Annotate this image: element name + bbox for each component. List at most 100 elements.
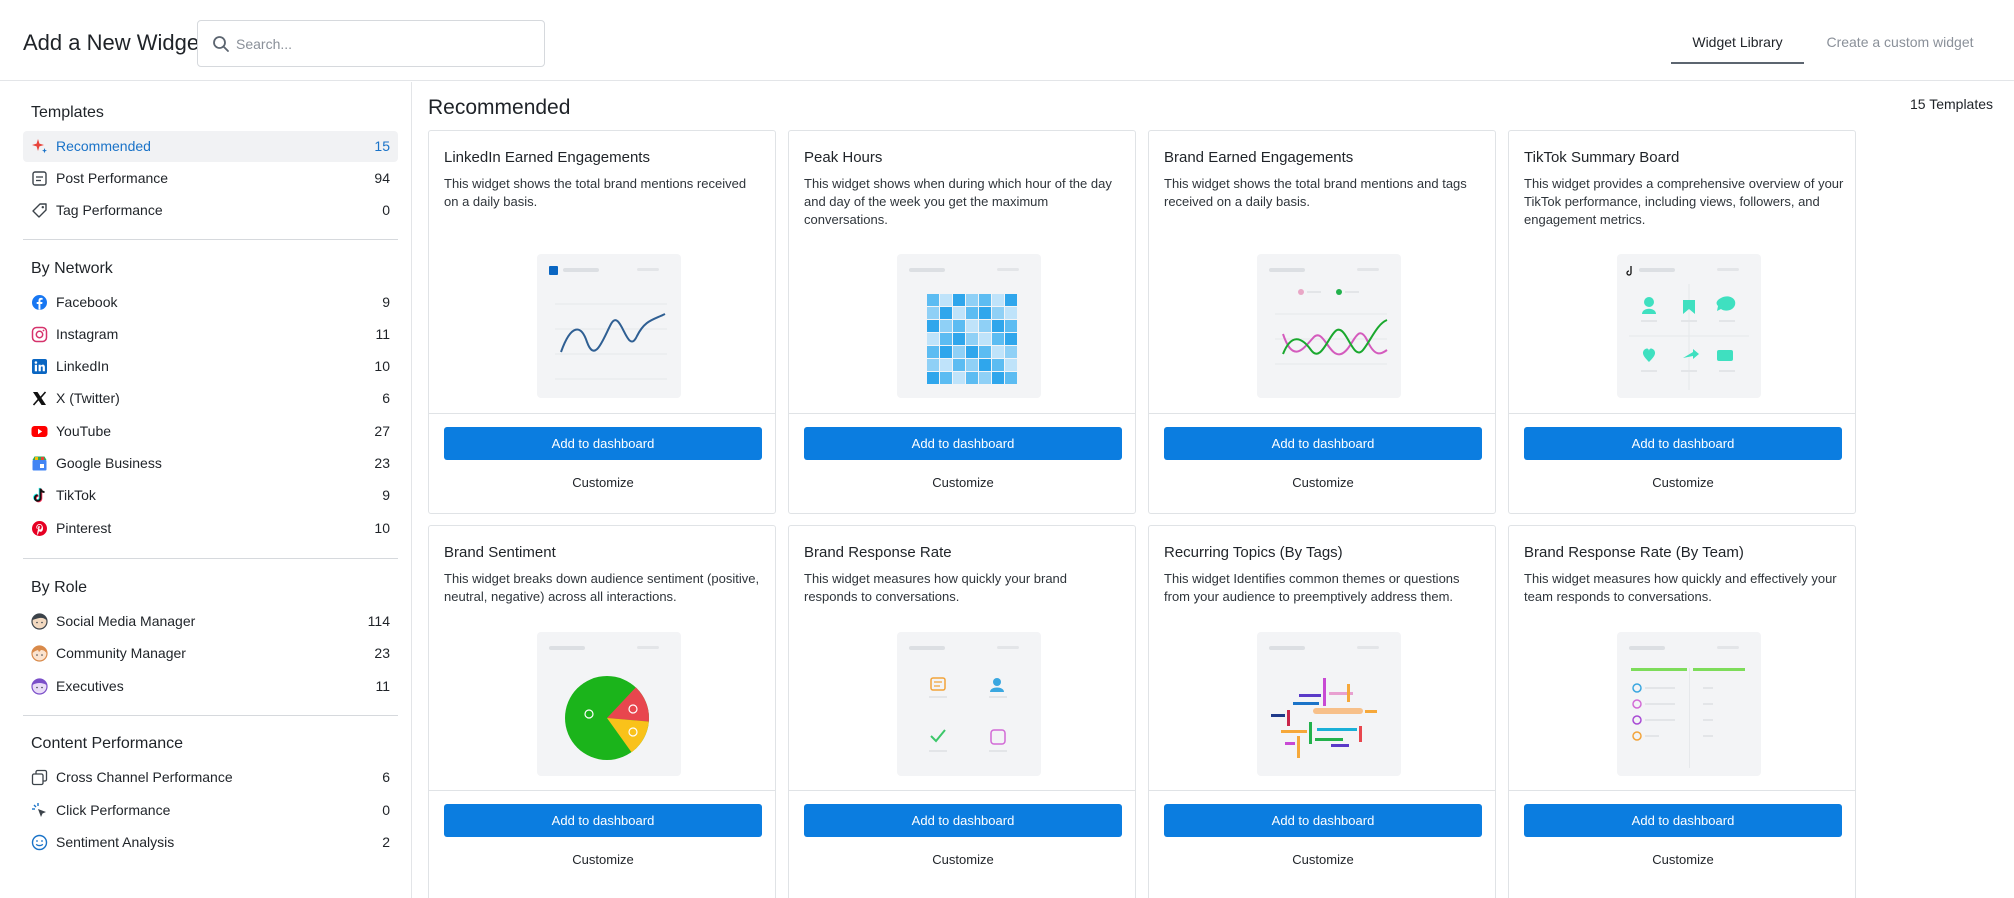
add-to-dashboard-button[interactable]: Add to dashboard: [804, 427, 1122, 460]
search-input[interactable]: [236, 31, 526, 57]
customize-button[interactable]: Customize: [804, 475, 1122, 497]
sidebar-item-tag-performance[interactable]: Tag Performance 0: [23, 195, 398, 226]
sidebar-item-label: Executives: [56, 678, 124, 694]
pie-chart-preview-icon: [549, 646, 659, 760]
customize-button[interactable]: Customize: [1164, 852, 1482, 874]
heatmap-cell: [979, 372, 991, 384]
heatmap-cell: [992, 294, 1004, 306]
team-table-preview-icon: [1629, 646, 1745, 768]
widget-preview: [1257, 254, 1401, 398]
heatmap-cell: [979, 359, 991, 371]
sidebar-item-youtube[interactable]: YouTube 27: [23, 416, 398, 447]
tab-create-custom-widget[interactable]: Create a custom widget: [1820, 28, 1980, 64]
add-to-dashboard-button[interactable]: Add to dashboard: [1524, 427, 1842, 460]
sidebar-item-count: 11: [375, 326, 390, 342]
sparkle-icon: [32, 139, 47, 154]
sidebar-item-label: Click Performance: [56, 802, 171, 818]
sidebar-item-count: 6: [382, 390, 390, 406]
heatmap-cell: [940, 307, 952, 319]
add-to-dashboard-button[interactable]: Add to dashboard: [1164, 427, 1482, 460]
sidebar-item-linkedin[interactable]: LinkedIn 10: [23, 351, 398, 382]
sidebar-item-cross-channel-performance[interactable]: Cross Channel Performance 6: [23, 762, 398, 793]
add-to-dashboard-button[interactable]: Add to dashboard: [1524, 804, 1842, 837]
sidebar-item-facebook[interactable]: Facebook 9: [23, 287, 398, 318]
heatmap-cell: [940, 346, 952, 358]
customize-button[interactable]: Customize: [444, 852, 762, 874]
heatmap-cell: [966, 359, 978, 371]
card-title: LinkedIn Earned Engagements: [444, 149, 650, 166]
sidebar-item-count: 6: [382, 769, 390, 785]
heatmap-cell: [927, 372, 939, 384]
cross-channel-icon: [31, 769, 48, 786]
sidebar-item-label: TikTok: [56, 487, 96, 503]
card-divider: [789, 413, 1135, 414]
card-title: Brand Response Rate (By Team): [1524, 544, 1744, 561]
customize-button[interactable]: Customize: [804, 852, 1122, 874]
sentiment-icon: [31, 834, 48, 851]
heatmap-cell: [927, 359, 939, 371]
top-header: Add a New Widget Widget Library Create a…: [0, 0, 2014, 81]
heatmap-cell: [1005, 372, 1017, 384]
widget-preview: [897, 254, 1041, 398]
card-title: Peak Hours: [804, 149, 883, 166]
card-title: Brand Earned Engagements: [1164, 149, 1354, 166]
heatmap-cell: [940, 320, 952, 332]
sidebar-divider: [23, 715, 398, 716]
sidebar-item-google-business[interactable]: Google Business 23: [23, 448, 398, 479]
card-divider: [789, 790, 1135, 791]
sidebar-item-tiktok[interactable]: TikTok 9: [23, 480, 398, 511]
widget-preview: [897, 632, 1041, 776]
card-description: This widget shows when during which hour…: [804, 176, 1112, 227]
card-description: This widget breaks down audience sentime…: [444, 571, 760, 604]
sidebar-item-post-performance[interactable]: Post Performance 94: [23, 163, 398, 194]
sidebar-item-count: 10: [374, 358, 390, 374]
widget-preview: [537, 632, 681, 776]
add-to-dashboard-button[interactable]: Add to dashboard: [804, 804, 1122, 837]
linkedin-icon: [32, 359, 47, 374]
heatmap-cell: [966, 333, 978, 345]
heatmap-cell: [927, 294, 939, 306]
sidebar-item-click-performance[interactable]: Click Performance 0: [23, 795, 398, 826]
add-to-dashboard-button[interactable]: Add to dashboard: [444, 804, 762, 837]
widget-preview: [1257, 632, 1401, 776]
sidebar-item-executives[interactable]: Executives 11: [23, 671, 398, 702]
sidebar-item-count: 9: [382, 487, 390, 503]
section-title-content-performance: Content Performance: [31, 735, 184, 752]
card-description: This widget Identifies common themes or …: [1164, 571, 1460, 604]
customize-button[interactable]: Customize: [1524, 475, 1842, 497]
sidebar-item-sentiment-analysis[interactable]: Sentiment Analysis 2: [23, 827, 398, 858]
dual-line-preview-icon: [1269, 268, 1388, 365]
add-to-dashboard-button[interactable]: Add to dashboard: [1164, 804, 1482, 837]
customize-button[interactable]: Customize: [444, 475, 762, 497]
sidebar-item-community-manager[interactable]: Community Manager 23: [23, 638, 398, 669]
widget-card-brand-sentiment: Brand Sentiment This widget breaks down …: [428, 525, 776, 898]
sidebar-item-label: Pinterest: [56, 520, 112, 536]
heatmap-cell: [1005, 320, 1017, 332]
heatmap-cell: [979, 333, 991, 345]
widget-card-brand-response-rate: Brand Response Rate This widget measures…: [788, 525, 1136, 898]
section-title-by-role: By Role: [31, 579, 88, 596]
tab-widget-library[interactable]: Widget Library: [1671, 28, 1804, 64]
sidebar-item-pinterest[interactable]: Pinterest 10: [23, 513, 398, 544]
heatmap-cell: [927, 346, 939, 358]
sidebar-item-x-twitter[interactable]: X (Twitter) 6: [23, 383, 398, 414]
sidebar-item-count: 94: [374, 170, 390, 186]
sidebar-item-instagram[interactable]: Instagram 11: [23, 319, 398, 350]
add-to-dashboard-button[interactable]: Add to dashboard: [444, 427, 762, 460]
card-divider: [1509, 413, 1855, 414]
sidebar-item-label: X (Twitter): [56, 390, 120, 406]
x-twitter-icon: [32, 391, 47, 406]
customize-button[interactable]: Customize: [1524, 852, 1842, 874]
heatmap-cell: [953, 307, 965, 319]
topics-preview-icon: [1269, 646, 1379, 758]
sidebar-item-social-media-manager[interactable]: Social Media Manager 114: [23, 606, 398, 637]
customize-button[interactable]: Customize: [1164, 475, 1482, 497]
heatmap-cell: [953, 333, 965, 345]
heatmap-cell: [979, 294, 991, 306]
sidebar-item-recommended[interactable]: Recommended 15: [23, 131, 398, 162]
social-manager-avatar-icon: [31, 613, 48, 630]
search-box[interactable]: [197, 20, 545, 67]
post-icon: [32, 171, 47, 186]
heatmap-cell: [927, 320, 939, 332]
summary-board-preview-icon: [1626, 266, 1749, 390]
